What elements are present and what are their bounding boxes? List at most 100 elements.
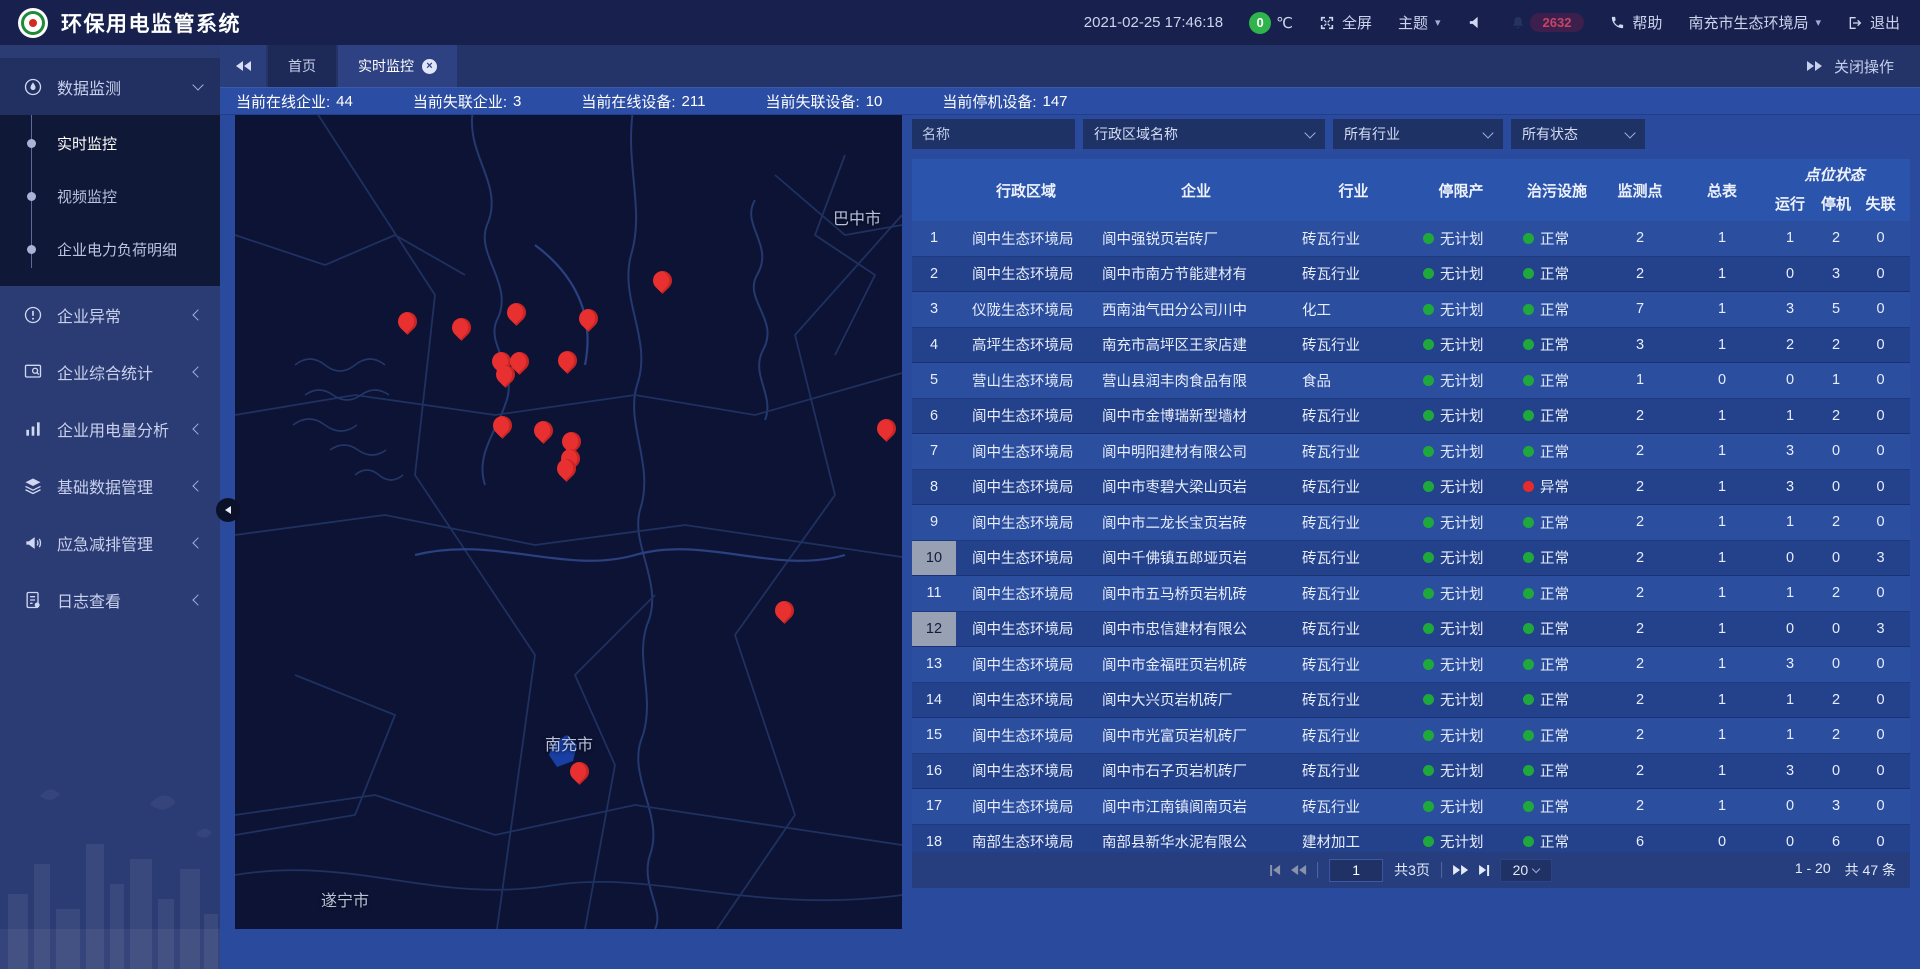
triangle-right-icon [1479,865,1486,875]
stat-value: 10 [866,93,883,110]
cell-stop-count: 2 [1813,399,1859,434]
close-operations-button[interactable]: 关闭操作 [1834,56,1894,77]
cell-facility-status: 正常 [1511,789,1603,824]
table-row[interactable]: 17阆中生态环境局阆中市江南镇阆南页岩砖瓦行业无计划正常21030 [912,789,1910,825]
page-size-select[interactable]: 20 [1500,859,1552,882]
cell-meter-count: 1 [1677,754,1767,789]
chevron-left-icon [192,594,203,605]
cell-company: 阆中市金福旺页岩机砖 [1096,647,1296,682]
table-row[interactable]: 9阆中生态环境局阆中市二龙长宝页岩砖砖瓦行业无计划正常21120 [912,505,1910,541]
col-limit: 停限产 [1411,159,1511,221]
org-dropdown[interactable]: 南充市生态环境局 ▾ [1688,12,1821,33]
sidebar-item-3[interactable]: 企业用电量分析 [0,400,220,457]
table-row[interactable]: 1阆中生态环境局阆中强锐页岩砖厂砖瓦行业无计划正常21120 [912,221,1910,257]
tabs-scroll-left-button[interactable] [220,45,266,87]
submenu-item-2[interactable]: 企业电力负荷明细 [0,223,220,276]
cell-run-count: 0 [1767,825,1813,853]
first-page-button[interactable] [1270,865,1280,876]
sidebar-item-5[interactable]: 应急减排管理 [0,514,220,571]
next-page-button[interactable] [1453,865,1468,875]
cell-lost-count: 0 [1859,363,1902,398]
cell-limit-status: 无计划 [1411,541,1511,576]
chevron-down-icon [1304,127,1315,138]
facility-status-label: 异常 [1540,476,1569,497]
cell-meter-count: 1 [1677,683,1767,718]
status-filter-select[interactable]: 所有状态 [1511,119,1645,149]
col-run: 运行 [1767,186,1813,221]
cell-limit-status: 无计划 [1411,328,1511,363]
table-row[interactable]: 7阆中生态环境局阆中明阳建材有限公司砖瓦行业无计划正常21300 [912,434,1910,470]
fullscreen-button[interactable]: 全屏 [1319,12,1372,33]
table-row[interactable]: 13阆中生态环境局阆中市金福旺页岩机砖砖瓦行业无计划正常21300 [912,647,1910,683]
tab-bar-right: 关闭操作 [1807,45,1920,87]
tab-0[interactable]: 首页 [268,45,336,87]
table-row[interactable]: 11阆中生态环境局阆中市五马桥页岩机砖砖瓦行业无计划正常21120 [912,576,1910,612]
page-number-input[interactable] [1329,859,1383,882]
name-filter-input[interactable] [912,119,1075,149]
status-dot-green [1523,339,1534,350]
col-industry: 行业 [1296,159,1411,221]
skyline-decoration [0,774,220,969]
region-filter-select[interactable]: 行政区域名称 [1083,119,1325,149]
tabs-scroll-right-button[interactable] [1807,61,1822,71]
table-row[interactable]: 4高坪生态环境局南充市高坪区王家店建砖瓦行业无计划正常31220 [912,328,1910,364]
map-panel[interactable]: 巴中市南充市遂宁市 [235,115,902,929]
facility-status-label: 正常 [1540,654,1569,675]
sidebar-item-1[interactable]: 企业异常 [0,286,220,343]
sidebar-item-6[interactable]: 日志查看 [0,571,220,628]
status-filter-value: 所有状态 [1522,124,1578,144]
cell-meter-count: 1 [1677,399,1767,434]
cell-region: 阆中生态环境局 [956,612,1096,647]
help-button[interactable]: 帮助 [1610,12,1662,33]
tab-1[interactable]: 实时监控× [338,45,457,87]
cell-facility-status: 正常 [1511,221,1603,256]
sidebar-item-2[interactable]: 企业综合统计 [0,343,220,400]
table-row[interactable]: 8阆中生态环境局阆中市枣碧大梁山页岩砖瓦行业无计划异常21300 [912,470,1910,506]
cell-stop-count: 2 [1813,221,1859,256]
table-row[interactable]: 5营山生态环境局营山县润丰肉食品有限食品无计划正常10010 [912,363,1910,399]
cell-monitor-count: 3 [1603,328,1677,363]
cell-run-count: 3 [1767,754,1813,789]
submenu-item-0[interactable]: 实时监控 [0,117,220,170]
cell-run-count: 0 [1767,257,1813,292]
cell-facility-status: 正常 [1511,718,1603,753]
status-dot-green [1523,659,1534,670]
table-row[interactable]: 15阆中生态环境局阆中市光富页岩机砖厂砖瓦行业无计划正常21120 [912,718,1910,754]
facility-status-label: 正常 [1540,370,1569,391]
alarm-count-badge: 2632 [1530,13,1585,32]
sidebar-item-0[interactable]: 数据监测 [0,58,220,115]
row-index: 3 [912,292,956,327]
table-row[interactable]: 18南部生态环境局南部县新华水泥有限公建材加工无计划正常60060 [912,825,1910,853]
row-index: 11 [912,576,956,611]
speaker-icon[interactable] [1467,14,1484,31]
body-row: 巴中市南充市遂宁市 行政区域名称 所有行业 [220,115,1920,969]
logout-button[interactable]: 退出 [1847,12,1900,33]
table-row[interactable]: 10阆中生态环境局阆中千佛镇五郎垭页岩砖瓦行业无计划正常21003 [912,541,1910,577]
close-icon[interactable]: × [422,59,437,74]
cell-lost-count: 0 [1859,647,1902,682]
table-row[interactable]: 14阆中生态环境局阆中大兴页岩机砖厂砖瓦行业无计划正常21120 [912,683,1910,719]
submenu-item-1[interactable]: 视频监控 [0,170,220,223]
industry-filter-select[interactable]: 所有行业 [1333,119,1503,149]
table-row[interactable]: 2阆中生态环境局阆中市南方节能建材有砖瓦行业无计划正常21030 [912,257,1910,293]
cell-monitor-count: 2 [1603,434,1677,469]
table-row[interactable]: 12阆中生态环境局阆中市忠信建材有限公砖瓦行业无计划正常21003 [912,612,1910,648]
sidebar-item-4[interactable]: 基础数据管理 [0,457,220,514]
cell-monitor-count: 2 [1603,647,1677,682]
alarm-indicator[interactable]: 2632 [1510,13,1585,32]
cell-monitor-count: 2 [1603,789,1677,824]
status-dot-green [1423,268,1434,279]
limit-status-label: 无计划 [1440,228,1484,249]
divider [1441,862,1442,878]
panel-collapse-button[interactable] [216,498,240,522]
last-page-button[interactable] [1479,865,1489,876]
theme-dropdown[interactable]: 主题 ▾ [1398,12,1441,33]
table-body: 1阆中生态环境局阆中强锐页岩砖厂砖瓦行业无计划正常211202阆中生态环境局阆中… [912,221,1910,852]
app-logo-icon [18,8,48,38]
table-row[interactable]: 16阆中生态环境局阆中市石子页岩机砖厂砖瓦行业无计划正常21300 [912,754,1910,790]
status-dot-green [1523,233,1534,244]
table-row[interactable]: 6阆中生态环境局阆中市金博瑞新型墙材砖瓦行业无计划正常21120 [912,399,1910,435]
table-row[interactable]: 3仪陇生态环境局西南油气田分公司川中化工无计划正常71350 [912,292,1910,328]
stat-label: 当前停机设备: [942,91,1036,112]
prev-page-button[interactable] [1291,865,1306,875]
